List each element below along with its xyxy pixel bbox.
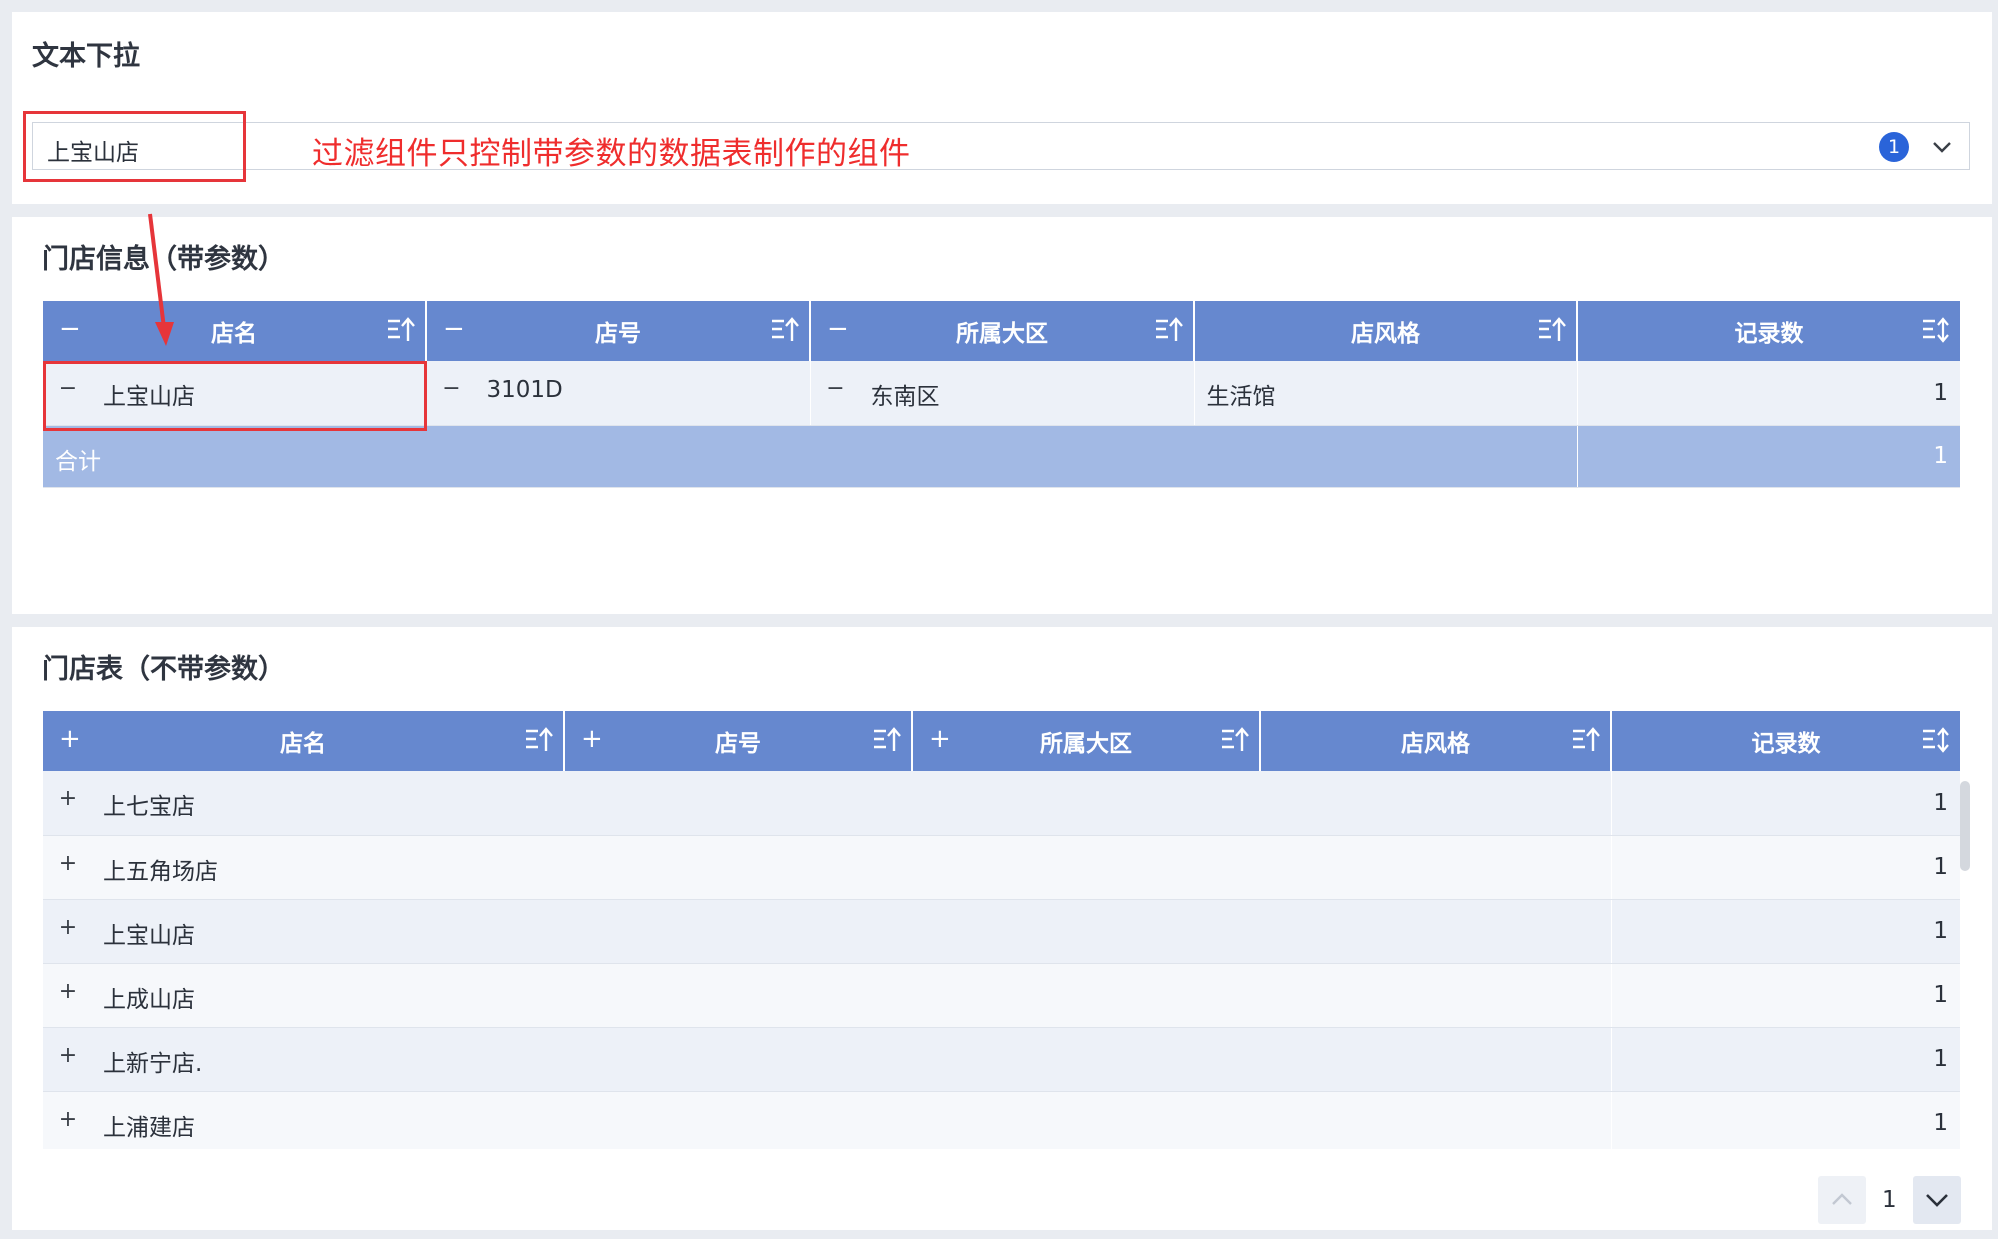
cell-store-name[interactable]: + 上五角场店 (43, 835, 1612, 900)
chevron-down-icon (1926, 1194, 1948, 1207)
total-label-cell: 合计 (43, 425, 1578, 488)
annotation-note: 过滤组件只控制带参数的数据表制作的组件 (312, 136, 911, 172)
header-store-no[interactable]: + 店号 (564, 711, 913, 771)
cell-record-count: 1 (1577, 361, 1960, 426)
cell-store-no[interactable]: −3101D (426, 361, 811, 426)
page-down-button[interactable] (1913, 1176, 1961, 1224)
table2-title: 门店表（不带参数） (42, 654, 285, 685)
total-row: 合计 1 (43, 425, 1960, 488)
cell-record-count: 1 (1611, 1027, 1960, 1092)
sort-icon[interactable] (525, 727, 553, 753)
cell-record-count: 1 (1611, 963, 1960, 1028)
expand-icon[interactable]: + (57, 980, 79, 1004)
expand-icon[interactable]: + (929, 724, 951, 754)
table-row[interactable]: + 上七宝店 1 (43, 771, 1960, 836)
store-table-viewport[interactable]: + 店名 + 店号 + 所属大区 店风格 记录数 + 上七宝店 1 + 上五角场店 1 +… (43, 711, 1960, 1149)
sort-icon[interactable] (1221, 727, 1249, 753)
table-row[interactable]: + 上浦建店 1 (43, 1091, 1960, 1149)
sort-icon[interactable] (1572, 727, 1600, 753)
expand-icon[interactable]: + (57, 1044, 79, 1068)
cell-style[interactable]: 生活馆 (1194, 361, 1578, 426)
sort-both-icon[interactable] (1922, 727, 1950, 753)
header-region[interactable]: − 所属大区 (810, 301, 1195, 361)
cell-store-name[interactable]: + 上新宁店. (43, 1027, 1612, 1092)
store-table: + 店名 + 店号 + 所属大区 店风格 记录数 + 上七宝店 1 + 上五角场店 1 +… (43, 711, 1960, 1149)
page-up-button[interactable] (1818, 1176, 1866, 1224)
table-row[interactable]: + 上五角场店 1 (43, 835, 1960, 900)
expand-icon[interactable]: + (59, 724, 81, 754)
annotation-arrow (148, 213, 174, 346)
expand-icon[interactable]: + (581, 724, 603, 754)
annotation-box-filter (23, 111, 246, 182)
cell-store-name[interactable]: + 上浦建店 (43, 1091, 1612, 1149)
cell-store-name[interactable]: + 上七宝店 (43, 771, 1612, 836)
cell-store-name[interactable]: + 上成山店 (43, 963, 1612, 1028)
cell-record-count: 1 (1611, 835, 1960, 900)
total-count-cell: 1 (1577, 425, 1960, 488)
cell-region[interactable]: − 东南区 (810, 361, 1195, 426)
sort-icon[interactable] (387, 317, 415, 343)
expand-icon[interactable]: + (57, 852, 79, 876)
filter-title: 文本下拉 (32, 41, 140, 72)
collapse-icon[interactable]: − (441, 378, 463, 401)
sort-icon[interactable] (771, 317, 799, 343)
header-region[interactable]: + 所属大区 (912, 711, 1261, 771)
annotation-box-row (43, 361, 427, 431)
expand-icon[interactable]: + (57, 916, 79, 940)
collapse-icon[interactable]: − (443, 314, 465, 344)
cell-record-count: 1 (1611, 899, 1960, 964)
table-row[interactable]: + 上宝山店 1 (43, 899, 1960, 964)
sort-icon[interactable] (873, 727, 901, 753)
filter-card: 文本下拉 (12, 12, 1992, 204)
collapse-icon[interactable]: − (827, 314, 849, 344)
expand-icon[interactable]: + (57, 788, 79, 811)
scrollbar[interactable] (1960, 781, 1970, 871)
sort-icon[interactable] (1155, 317, 1183, 343)
sort-icon[interactable] (1538, 317, 1566, 343)
header-record-count[interactable]: 记录数 (1577, 301, 1960, 361)
expand-icon[interactable]: + (57, 1108, 79, 1132)
page-number: 1 (1882, 1187, 1897, 1213)
chevron-up-icon (1832, 1193, 1852, 1205)
chevron-down-icon[interactable] (1927, 132, 1957, 162)
table-row[interactable]: + 上成山店 1 (43, 963, 1960, 1028)
header-style[interactable]: 店风格 (1260, 711, 1612, 771)
header-store-name[interactable]: − 店名 (43, 301, 427, 361)
cell-record-count: 1 (1611, 1091, 1960, 1149)
selected-count-badge: 1 (1879, 132, 1909, 162)
header-store-no[interactable]: − 店号 (426, 301, 811, 361)
header-record-count[interactable]: 记录数 (1611, 711, 1960, 771)
cell-store-name[interactable]: + 上宝山店 (43, 899, 1612, 964)
header-store-name[interactable]: + 店名 (43, 711, 565, 771)
collapse-icon[interactable]: − (59, 314, 81, 344)
collapse-icon[interactable]: − (825, 378, 847, 401)
sort-both-icon[interactable] (1922, 317, 1950, 343)
header-style[interactable]: 店风格 (1194, 301, 1578, 361)
table-row[interactable]: + 上新宁店. 1 (43, 1027, 1960, 1092)
cell-record-count: 1 (1611, 771, 1960, 836)
